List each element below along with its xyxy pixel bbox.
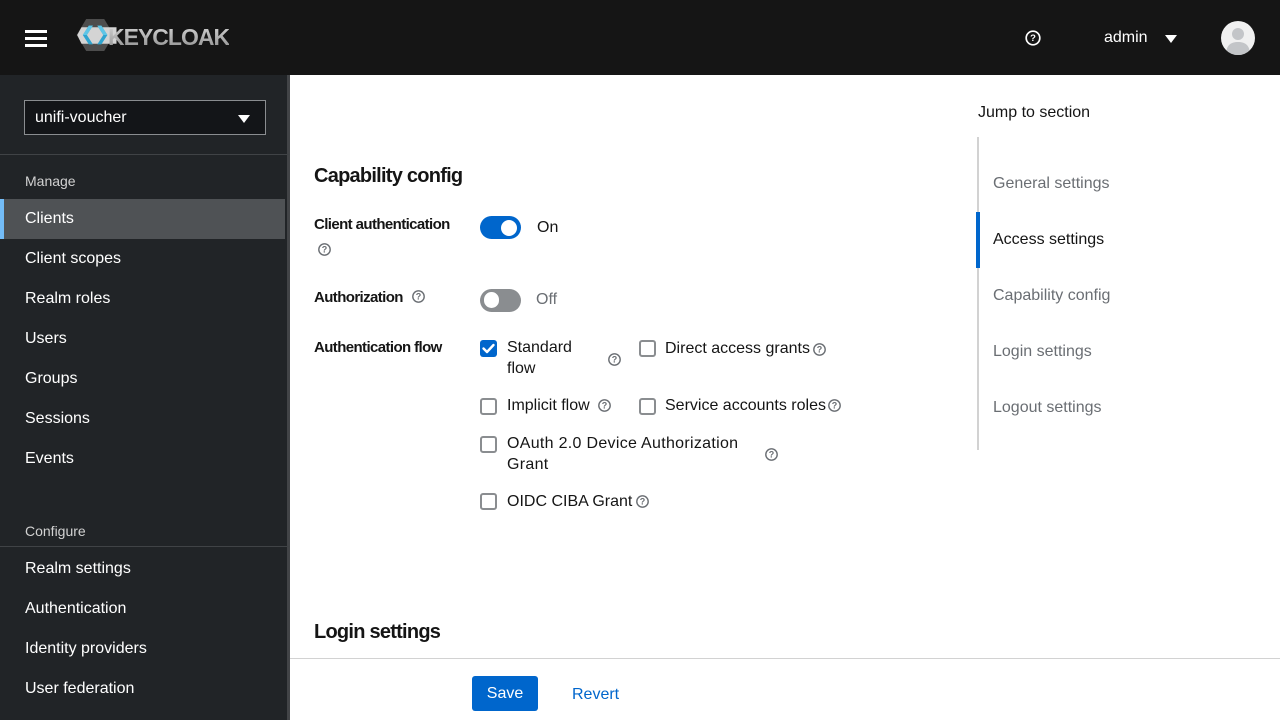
svg-text:?: ? — [817, 344, 823, 354]
svg-text:?: ? — [612, 354, 618, 364]
svg-text:?: ? — [1030, 33, 1036, 44]
svg-text:?: ? — [769, 449, 775, 459]
svg-text:?: ? — [602, 400, 608, 410]
svg-text:?: ? — [416, 291, 422, 301]
svg-text:?: ? — [832, 400, 838, 410]
svg-text:?: ? — [640, 496, 646, 506]
svg-text:?: ? — [322, 244, 328, 254]
